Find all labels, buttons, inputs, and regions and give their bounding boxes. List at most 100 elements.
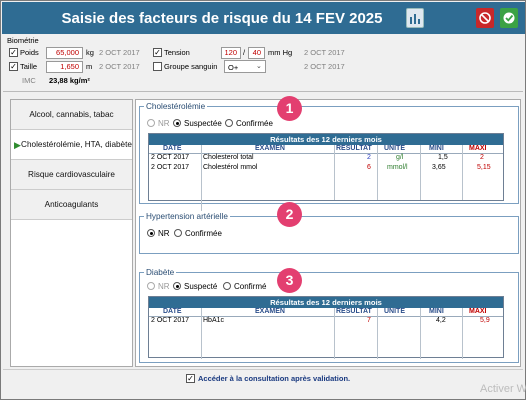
taille-checkbox[interactable]: ✓ [9, 62, 18, 71]
taille-label: Taille [20, 62, 38, 71]
diabete-title: Diabète [144, 268, 177, 277]
poids-input[interactable]: 65,000 [46, 47, 83, 59]
cell-date: 2 OCT 2017 [151, 154, 190, 161]
diabete-section: Diabète NR Suspecté Confirmé Résultats d… [139, 268, 519, 363]
validate-icon[interactable] [500, 8, 518, 28]
annotation-badge-1: 1 [277, 96, 302, 121]
column-divider [420, 308, 421, 359]
hta-radio-nr-label: NR [158, 229, 170, 238]
imc-value: 23,88 kg/m² [49, 76, 90, 85]
cell-maxi: 5,15 [477, 164, 491, 171]
col-unite: UNITE [384, 145, 405, 152]
nav-item-label: Cholestérolémie, HTA, diabète [21, 140, 132, 149]
acces-consultation-checkbox[interactable]: ✓ [186, 374, 195, 383]
tension-checkbox[interactable]: ✓ [153, 48, 162, 57]
chol-table-header: DATE EXAMEN RESULTAT UNITE MINI MAXI [149, 145, 503, 154]
column-divider [201, 308, 202, 359]
cell-maxi: 5,9 [480, 317, 490, 324]
table-row[interactable]: 2 OCT 2017 HbA1c 7 4,2 5,9 [149, 317, 503, 327]
chol-radio-confirmee-label: Confirmée [236, 119, 273, 128]
chevron-down-icon: ⌄ [256, 63, 262, 70]
biometrie-header: Biométrie [7, 36, 39, 45]
diab-table-header: DATE EXAMEN RESULTAT UNITE MINI MAXI [149, 308, 503, 317]
nav-item-risque-cv[interactable]: Risque cardiovasculaire [11, 160, 132, 190]
annotation-badge-2: 2 [277, 202, 302, 227]
diab-results-table: Résultats des 12 derniers mois DATE EXAM… [148, 296, 504, 359]
acces-consultation-label: Accéder à la consultation après validati… [198, 374, 351, 383]
column-divider [377, 308, 378, 359]
taille-date: 2 OCT 2017 [99, 62, 140, 71]
window-title: Saisie des facteurs de risque du 14 FEV … [61, 10, 383, 27]
nav-item-anticoagulants[interactable]: Anticoagulants [11, 190, 132, 220]
table-row[interactable]: 2 OCT 2017 Cholestérol mmol 6 mmol/l 3,6… [149, 164, 503, 174]
col-mini: MINI [429, 308, 444, 315]
cell-mini: 4,2 [436, 317, 446, 324]
col-mini: MINI [429, 145, 444, 152]
chol-radio-nr[interactable] [147, 119, 155, 127]
col-maxi: MAXI [469, 145, 487, 152]
tension-sys-input[interactable]: 120 [221, 47, 241, 59]
diab-radio-nr-label: NR [158, 282, 170, 291]
taille-unit: m [86, 62, 93, 71]
hta-radio-confirmee-label: Confirmée [185, 229, 222, 238]
groupe-date: 2 OCT 2017 [304, 62, 345, 71]
detail-panel: Cholestérolémie NR Suspectée Confirmée R… [135, 99, 521, 367]
col-examen: EXAMEN [255, 308, 285, 315]
footer-bar: ✓ Accéder à la consultation après valida… [3, 369, 523, 386]
column-divider [462, 145, 463, 200]
nav-item-cholesterolemie[interactable]: ▶ Cholestérolémie, HTA, diabète [11, 130, 132, 160]
cell-mini: 3,65 [432, 164, 446, 171]
activation-watermark: Activer W [480, 383, 526, 395]
chol-results-table: Résultats des 12 derniers mois DATE EXAM… [148, 133, 504, 211]
cell-date: 2 OCT 2017 [151, 317, 190, 324]
cell-date: 2 OCT 2017 [151, 164, 190, 171]
cell-resultat: 6 [367, 164, 371, 171]
cell-examen: Cholestérol mmol [203, 164, 258, 171]
cell-maxi: 2 [480, 154, 484, 161]
chol-radio-nr-label: NR [158, 119, 170, 128]
chol-table-title: Résultats des 12 derniers mois [149, 134, 503, 145]
hta-radio-nr[interactable] [147, 229, 155, 237]
biometrie-panel: Biométrie ✓ Poids 65,000 kg 2 OCT 2017 ✓… [3, 35, 523, 92]
chol-radio-suspectee[interactable] [173, 119, 181, 127]
cell-resultat: 7 [367, 317, 371, 324]
diab-radio-nr[interactable] [147, 282, 155, 290]
imc-label: IMC [22, 76, 36, 85]
nav-item-alcool[interactable]: Alcool, cannabis, tabac [11, 100, 132, 130]
poids-date: 2 OCT 2017 [99, 48, 140, 57]
hta-title: Hypertension artérielle [144, 212, 230, 221]
cancel-icon[interactable] [476, 8, 494, 28]
col-examen: EXAMEN [255, 145, 285, 152]
groupe-select-value: O+ [228, 63, 239, 72]
column-divider [462, 308, 463, 359]
hta-radio-confirmee[interactable] [174, 229, 182, 237]
diab-radio-confirme-label: Confirmé [234, 282, 267, 291]
chol-radio-confirmee[interactable] [225, 119, 233, 127]
diab-radio-confirme[interactable] [223, 282, 231, 290]
groupe-checkbox[interactable] [153, 62, 162, 71]
groupe-label: Groupe sanguin [164, 62, 218, 71]
diab-table-title: Résultats des 12 derniers mois [149, 297, 503, 308]
chart-icon[interactable] [406, 8, 424, 28]
tension-dia-input[interactable]: 40 [248, 47, 265, 59]
col-resultat: RESULTAT [336, 308, 372, 315]
poids-checkbox[interactable]: ✓ [9, 48, 18, 57]
cell-unite: g/l [396, 154, 404, 161]
table-row[interactable]: 2 OCT 2017 Cholesterol total 2 g/l 1,5 2 [149, 154, 503, 164]
category-nav: Alcool, cannabis, tabac ▶ Cholestérolémi… [10, 99, 133, 367]
cell-resultat: 2 [367, 154, 371, 161]
hta-section: Hypertension artérielle NR Confirmée [139, 212, 519, 254]
cholesterolemie-section: Cholestérolémie NR Suspectée Confirmée R… [139, 102, 519, 211]
tension-label: Tension [164, 48, 190, 57]
col-resultat: RESULTAT [336, 145, 372, 152]
cell-unite: mmol/l [387, 164, 408, 171]
groupe-select[interactable]: O+ ⌄ [224, 60, 266, 73]
taille-input[interactable]: 1,650 [46, 61, 83, 73]
arrow-right-icon: ▶ [14, 140, 21, 150]
cholesterolemie-title: Cholestérolémie [144, 102, 208, 111]
cell-examen: Cholesterol total [203, 154, 254, 161]
diab-radio-suspecte[interactable] [173, 282, 181, 290]
poids-label: Poids [20, 48, 39, 57]
cell-mini: 1,5 [438, 154, 448, 161]
column-divider [377, 145, 378, 200]
